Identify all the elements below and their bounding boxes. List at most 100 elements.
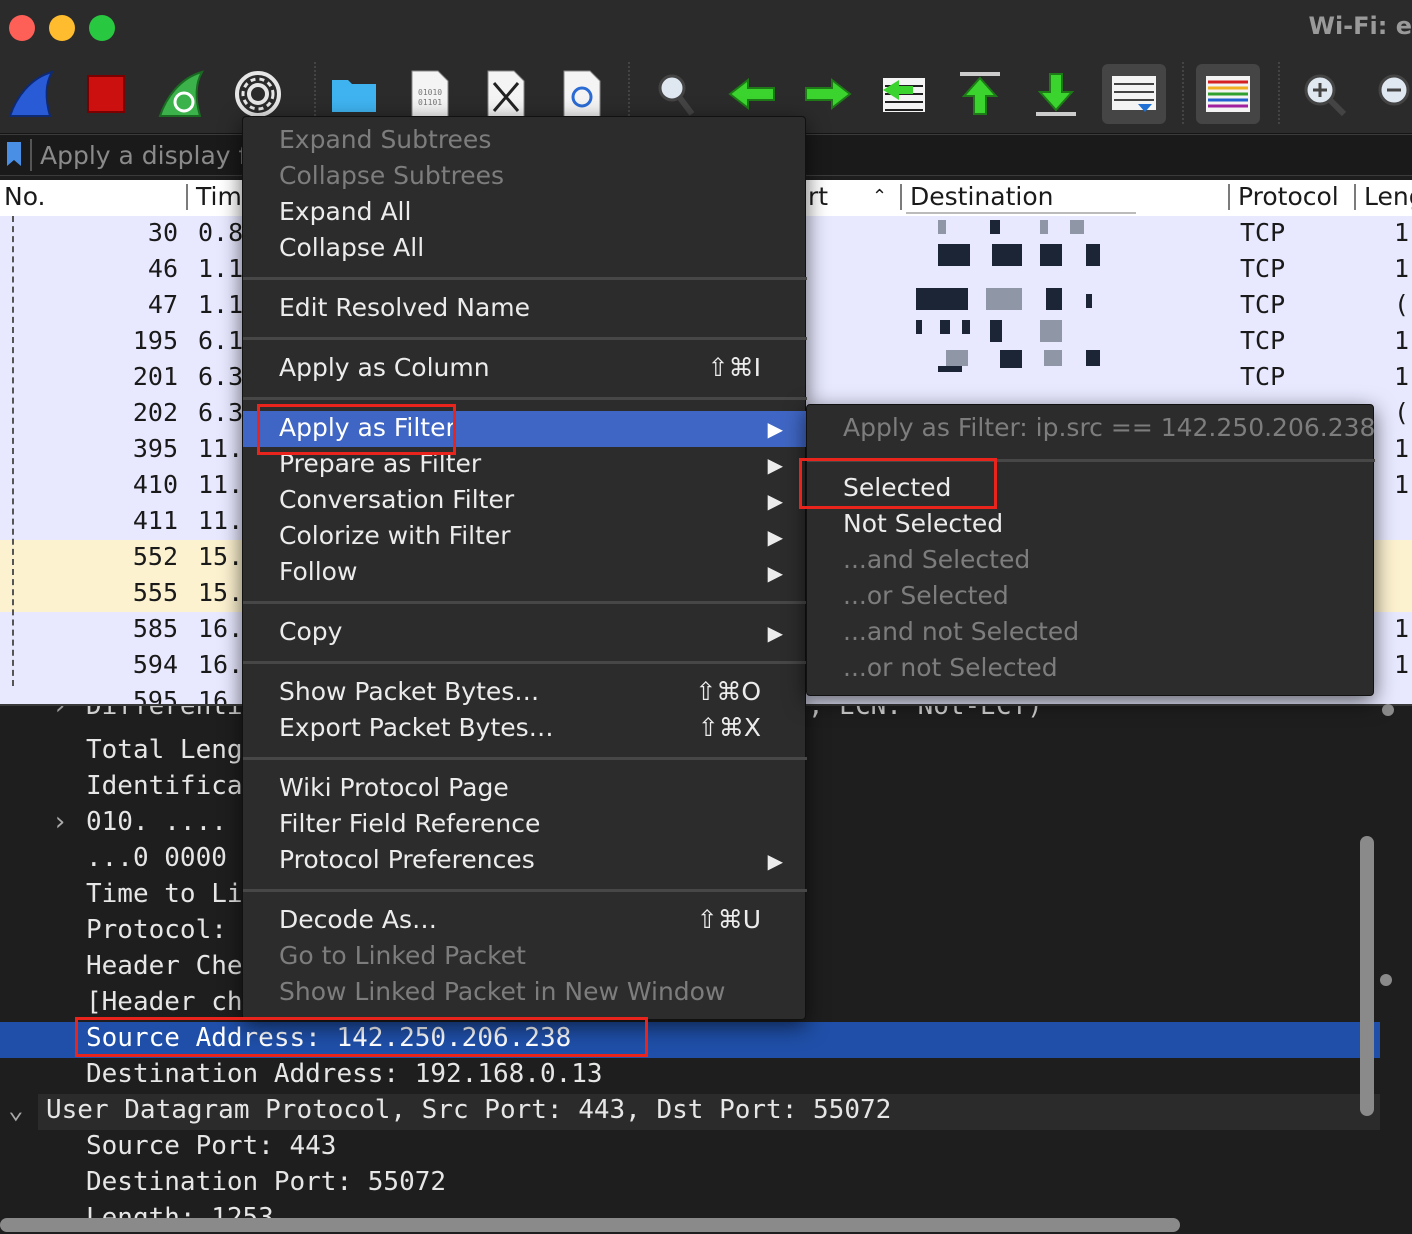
menu-item-wiki-protocol-page[interactable]: Wiki Protocol Page	[243, 771, 807, 807]
auto-scroll-icon[interactable]	[1102, 64, 1166, 124]
packet-time: 16.	[198, 686, 244, 704]
menu-item-protocol-preferences[interactable]: Protocol Preferences ▶	[243, 843, 807, 879]
packet-number: 46	[147, 254, 178, 283]
menu-item-show-packet-bytes[interactable]: Show Packet Bytes… ⇧⌘O	[243, 675, 807, 711]
detail-row[interactable]: Destination Port: 55072	[0, 1166, 1380, 1202]
packet-time: 16.	[198, 650, 244, 679]
packet-number: 595	[132, 686, 178, 704]
zoom-out-icon[interactable]	[1368, 64, 1412, 124]
menu-item-collapse-all[interactable]: Collapse All	[243, 231, 807, 267]
zoom-window-button[interactable]	[89, 15, 115, 41]
toolbar-separator	[1278, 62, 1280, 124]
menu-item-label: Decode As…	[279, 905, 437, 934]
column-protocol[interactable]: Protocol	[1238, 182, 1339, 211]
packet-number: 552	[132, 542, 178, 571]
menu-item-collapse-subtrees: Collapse Subtrees	[243, 159, 807, 195]
detail-row[interactable]: Source Port: 443	[0, 1130, 1380, 1166]
restart-capture-icon[interactable]	[152, 64, 212, 124]
submenu-item-label: ...or not Selected	[843, 653, 1058, 682]
menu-item-colorize-with-filter[interactable]: Colorize with Filter ▶	[243, 519, 807, 555]
display-filter-input[interactable]: Apply a display fi	[40, 141, 254, 170]
submenu-item-not-selected[interactable]: Not Selected	[807, 507, 1375, 543]
column-destination[interactable]: Destination	[910, 182, 1053, 211]
menu-item-conversation-filter[interactable]: Conversation Filter ▶	[243, 483, 807, 519]
splitter-handle-dot[interactable]	[1382, 704, 1394, 716]
go-last-packet-icon[interactable]	[1026, 64, 1086, 124]
colorize-packets-icon[interactable]	[1196, 64, 1260, 124]
minimize-window-button[interactable]	[49, 15, 75, 41]
menu-item-filter-field-reference[interactable]: Filter Field Reference	[243, 807, 807, 843]
menu-item-copy[interactable]: Copy ▶	[243, 615, 807, 651]
submenu-header: Apply as Filter: ip.src == 142.250.206.2…	[807, 411, 1375, 447]
close-file-icon[interactable]	[476, 64, 536, 124]
packet-time: 11.	[198, 470, 244, 499]
column-port[interactable]: rt	[808, 182, 828, 211]
open-folder-icon[interactable]	[324, 64, 384, 124]
menu-item-shortcut: ⇧⌘O	[695, 677, 761, 706]
capture-options-gear-icon[interactable]	[228, 64, 288, 124]
menu-item-label: Expand All	[279, 197, 412, 226]
submenu-item-label: ...and Selected	[843, 545, 1031, 574]
annotation-box-apply-as-filter	[257, 404, 456, 455]
column-no[interactable]: No.	[4, 182, 46, 211]
menu-item-expand-all[interactable]: Expand All	[243, 195, 807, 231]
save-file-icon[interactable]: 01010 01101	[400, 64, 460, 124]
detail-text: Total Leng	[86, 735, 243, 765]
packet-time: 6.1	[198, 326, 244, 355]
submenu-item-or-not-selected: ...or not Selected	[807, 651, 1375, 687]
chevron-right-icon[interactable]: ›	[52, 807, 68, 837]
context-menu: Expand Subtrees Collapse Subtrees Expand A…	[242, 116, 807, 1020]
menu-item-export-packet-bytes[interactable]: Export Packet Bytes… ⇧⌘X	[243, 711, 807, 747]
menu-item-label: Expand Subtrees	[279, 125, 492, 154]
packet-protocol: TCP	[1240, 362, 1286, 391]
detail-section-header[interactable]: ⌄ User Datagram Protocol, Src Port: 443, …	[8, 1094, 1380, 1130]
detail-text: 010. ....	[86, 807, 227, 837]
packet-time: 15.	[198, 542, 244, 571]
details-horizontal-scrollbar[interactable]	[0, 1218, 1180, 1232]
go-to-packet-icon[interactable]	[874, 64, 934, 124]
bookmark-icon[interactable]	[6, 141, 22, 167]
column-separator	[1354, 184, 1356, 210]
chevron-right-icon[interactable]: ›	[52, 706, 68, 721]
menu-item-decode-as[interactable]: Decode As… ⇧⌘U	[243, 903, 807, 939]
menu-item-edit-resolved-name[interactable]: Edit Resolved Name	[243, 291, 807, 327]
packet-time: 16.	[198, 614, 244, 643]
menu-separator	[243, 397, 807, 400]
menu-item-label: Show Packet Bytes…	[279, 677, 540, 706]
annotation-box-source-address	[75, 1017, 648, 1057]
packet-length: 1	[1394, 218, 1410, 247]
shark-fin-icon[interactable]	[2, 64, 62, 124]
column-underline	[906, 212, 1136, 214]
menu-item-follow[interactable]: Follow ▶	[243, 555, 807, 591]
go-first-packet-icon[interactable]	[950, 64, 1010, 124]
details-scrollbar-thumb[interactable]	[1360, 836, 1374, 1116]
close-window-button[interactable]	[9, 15, 35, 41]
chevron-down-icon[interactable]: ⌄	[8, 1095, 24, 1125]
zoom-in-icon[interactable]	[1294, 64, 1354, 124]
column-length[interactable]: Leng	[1364, 182, 1412, 211]
stop-capture-icon[interactable]	[76, 64, 136, 124]
go-forward-arrow-icon[interactable]	[798, 64, 858, 124]
detail-text: ...0 0000	[86, 843, 227, 873]
column-separator	[186, 184, 188, 210]
go-back-arrow-icon[interactable]	[722, 64, 782, 124]
detail-row[interactable]: Destination Address: 192.168.0.13	[0, 1058, 1380, 1094]
menu-item-apply-as-column[interactable]: Apply as Column ⇧⌘I	[243, 351, 807, 387]
submenu-item-and-selected: ...and Selected	[807, 543, 1375, 579]
menu-item-label: Show Linked Packet in New Window	[279, 977, 726, 1006]
submenu-arrow-icon: ▶	[767, 453, 783, 477]
reload-file-icon[interactable]	[552, 64, 612, 124]
packet-number: 30	[147, 218, 178, 247]
detail-text: Destination Address: 192.168.0.13	[86, 1059, 603, 1089]
filter-divider	[30, 139, 32, 171]
packet-number: 555	[132, 578, 178, 607]
packet-length: 1	[1394, 434, 1410, 463]
packet-length: 1	[1394, 326, 1410, 355]
submenu-arrow-icon: ▶	[767, 417, 783, 441]
column-separator	[1228, 184, 1230, 210]
packet-length: (	[1394, 398, 1410, 427]
column-time[interactable]: Tim	[196, 182, 242, 211]
packet-time: 1.1	[198, 254, 244, 283]
search-icon[interactable]	[646, 64, 706, 124]
toolbar-separator	[314, 62, 316, 124]
